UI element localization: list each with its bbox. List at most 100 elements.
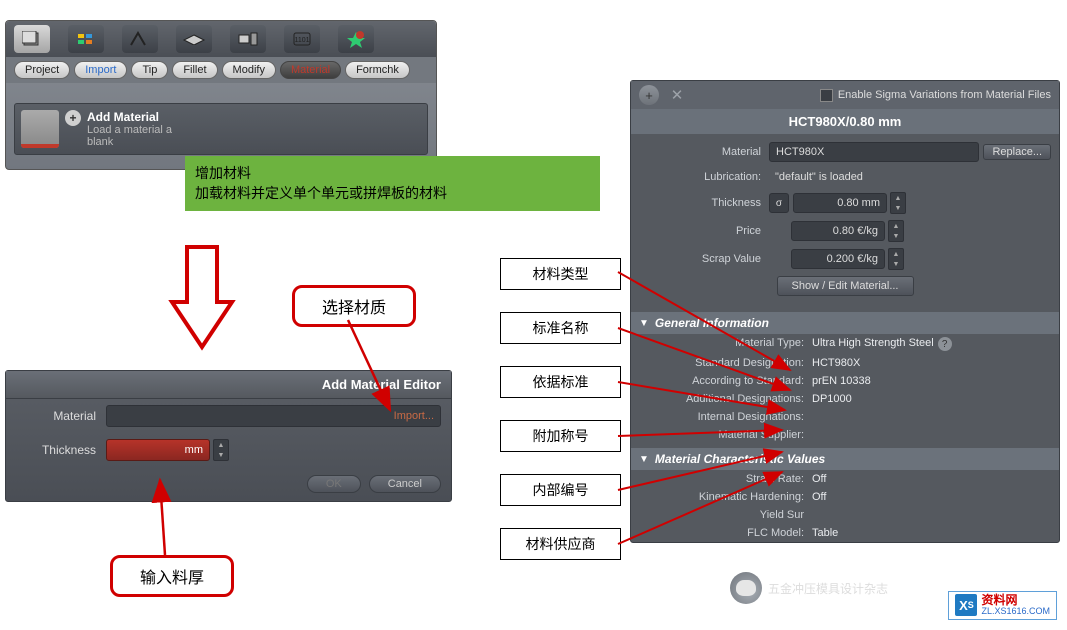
characteristic-values-header[interactable]: ▼ Material Characteristic Values	[631, 448, 1059, 470]
gi-according-label: According to Standard:	[639, 375, 812, 387]
material-field-label: Material	[639, 146, 769, 158]
material-field-value[interactable]: HCT980X	[769, 142, 979, 162]
price-stepper[interactable]: ▲▼	[888, 220, 904, 242]
gi-std-designation-label: Standard Designation:	[639, 357, 812, 369]
panel-thickness-value[interactable]: 0.80 mm	[793, 193, 887, 213]
gi-according-value: prEN 10338	[812, 375, 871, 387]
lubrication-value: "default" is loaded	[769, 168, 1051, 186]
gi-internal-label: Internal Designations:	[639, 411, 812, 423]
panel-title: HCT980X/0.80 mm	[631, 109, 1059, 134]
stepper-up-icon[interactable]: ▲	[214, 440, 228, 450]
cv-strain-value: Off	[812, 473, 826, 485]
general-info-title: General Information	[655, 316, 769, 330]
help-icon[interactable]: ?	[938, 337, 952, 351]
tab-project[interactable]: Project	[14, 61, 70, 79]
add-material-sub2: blank	[87, 136, 172, 148]
gi-std-designation-value: HCT980X	[812, 357, 860, 369]
wechat-icon	[730, 572, 762, 604]
gi-material-type-label: Material Type:	[639, 337, 812, 351]
tab-tip[interactable]: Tip	[131, 61, 168, 79]
panel-form: Material HCT980X Replace... Lubrication:…	[631, 134, 1059, 308]
caret-down-icon-2: ▼	[639, 454, 649, 465]
add-icon[interactable]: +	[639, 85, 659, 105]
add-material-title: Add Material	[87, 110, 172, 124]
toolbar-icon-3[interactable]	[122, 25, 158, 53]
scrap-label: Scrap Value	[639, 253, 769, 265]
label-std-name: 标准名称	[500, 312, 621, 344]
thickness-row: Thickness mm ▲ ▼	[6, 433, 451, 467]
gi-additional-label: Additional Designations:	[639, 393, 812, 405]
replace-button[interactable]: Replace...	[983, 144, 1051, 160]
toolbar-icon-1[interactable]	[14, 25, 50, 53]
tab-row: Project Import Tip Fillet Modify Materia…	[6, 57, 436, 83]
cv-flc-label: FLC Model:	[639, 527, 812, 539]
toolbar-icon-7[interactable]	[338, 25, 374, 53]
toolbar-icon-5[interactable]	[230, 25, 266, 53]
material-import-field[interactable]: Import...	[106, 405, 441, 427]
main-toolbar: 1101 Project Import Tip Fillet Modify Ma…	[5, 20, 437, 170]
enable-sigma-row[interactable]: Enable Sigma Variations from Material Fi…	[820, 89, 1051, 102]
ok-button[interactable]: OK	[307, 475, 361, 493]
label-additional-des: 附加称号	[500, 420, 621, 452]
toolbar-icon-2[interactable]	[68, 25, 104, 53]
tab-formchk[interactable]: Formchk	[345, 61, 410, 79]
plus-icon: +	[65, 110, 81, 126]
caret-down-icon: ▼	[639, 318, 649, 329]
add-material-button[interactable]: + Add Material Load a material a blank	[14, 103, 428, 155]
wechat-overlay: 五金冲压模具设计杂志	[730, 572, 888, 604]
tab-modify[interactable]: Modify	[222, 61, 276, 79]
big-arrow-down	[170, 245, 234, 339]
logo-mark-icon: XS	[955, 594, 977, 616]
label-material-type: 材料类型	[500, 258, 621, 290]
price-value[interactable]: 0.80 €/kg	[791, 221, 885, 241]
select-material-callout: 选择材质	[292, 285, 416, 327]
input-thickness-callout: 输入料厚	[110, 555, 234, 597]
stepper-down-icon[interactable]: ▼	[214, 450, 228, 460]
tab-material[interactable]: Material	[280, 61, 341, 79]
thickness-stepper[interactable]: ▲ ▼	[213, 439, 229, 461]
toolbar-icon-4[interactable]	[176, 25, 212, 53]
material-properties-panel: + ✕ Enable Sigma Variations from Materia…	[630, 80, 1060, 543]
gi-material-type-value: Ultra High Strength Steel	[812, 337, 934, 351]
green-line1: 增加材料	[195, 164, 590, 184]
gi-additional-value: DP1000	[812, 393, 852, 405]
gi-supplier-label: Material Supplier:	[639, 429, 812, 441]
label-internal-code: 内部编号	[500, 474, 621, 506]
material-label: Material	[16, 409, 106, 423]
material-row: Material Import...	[6, 399, 451, 433]
show-edit-material-button[interactable]: Show / Edit Material...	[777, 276, 914, 296]
thickness-link-icon[interactable]: σ	[769, 193, 789, 213]
ziliao-logo: XS 资料网 ZL.XS1616.COM	[948, 591, 1057, 620]
label-supplier: 材料供应商	[500, 528, 621, 560]
add-material-text: Add Material Load a material a blank	[87, 110, 172, 148]
add-material-sub1: Load a material a	[87, 124, 172, 136]
general-info-header[interactable]: ▼ General Information	[631, 312, 1059, 334]
cv-flc-value: Table	[812, 527, 838, 539]
editor-buttons: OK Cancel	[6, 467, 451, 493]
green-line2: 加载材料并定义单个单元或拼焊板的材料	[195, 184, 590, 204]
enable-sigma-checkbox[interactable]	[820, 89, 833, 102]
close-icon[interactable]: ✕	[667, 85, 687, 105]
panel-thickness-label: Thickness	[639, 197, 769, 209]
panel-header: + ✕ Enable Sigma Variations from Materia…	[631, 81, 1059, 109]
tab-fillet[interactable]: Fillet	[172, 61, 217, 79]
toolbar-icon-6[interactable]: 1101	[284, 25, 320, 53]
cv-kin-label: Kinematic Hardening:	[639, 491, 812, 503]
toolbar-icon-row: 1101	[6, 21, 436, 57]
scrap-stepper[interactable]: ▲▼	[888, 248, 904, 270]
thickness-input[interactable]: mm	[106, 439, 210, 461]
lubrication-label: Lubrication:	[639, 171, 769, 183]
cv-strain-label: Strain Rate:	[639, 473, 812, 485]
scrap-value[interactable]: 0.200 €/kg	[791, 249, 885, 269]
logo-url: ZL.XS1616.COM	[981, 607, 1050, 617]
import-link[interactable]: Import...	[394, 410, 434, 422]
editor-title: Add Material Editor	[6, 371, 451, 399]
green-callout: 增加材料 加载材料并定义单个单元或拼焊板的材料	[185, 156, 600, 211]
thickness-label: Thickness	[16, 443, 106, 457]
enable-sigma-label: Enable Sigma Variations from Material Fi…	[838, 89, 1051, 101]
cancel-button[interactable]: Cancel	[369, 475, 441, 493]
panel-thickness-stepper[interactable]: ▲▼	[890, 192, 906, 214]
tab-import[interactable]: Import	[74, 61, 127, 79]
price-label: Price	[639, 225, 769, 237]
thickness-unit: mm	[185, 444, 203, 456]
